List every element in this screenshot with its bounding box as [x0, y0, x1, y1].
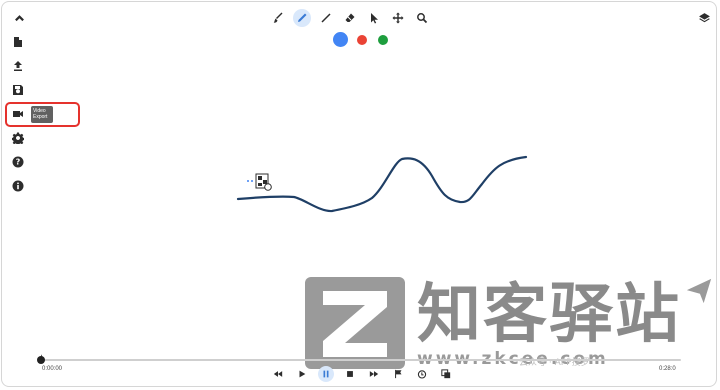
play-icon: [299, 370, 306, 378]
play-button[interactable]: [294, 366, 310, 382]
flag-icon: [395, 369, 402, 379]
copy-button[interactable]: [438, 366, 454, 382]
pause-button[interactable]: [318, 366, 334, 382]
pause-icon: [323, 370, 329, 378]
flag-button[interactable]: [390, 366, 406, 382]
rewind-button[interactable]: [270, 366, 286, 382]
fast-forward-button[interactable]: [366, 366, 382, 382]
copy-icon: [441, 369, 451, 379]
rewind-icon: [273, 371, 283, 377]
end-time: 0:28:0: [659, 366, 676, 372]
timer-icon: [417, 370, 427, 379]
stop-button[interactable]: [342, 366, 358, 382]
timer-button[interactable]: [414, 366, 430, 382]
stop-icon: [347, 371, 353, 377]
music-note-icon: ♪: [39, 352, 43, 361]
drawing-canvas[interactable]: [2, 2, 717, 387]
fast-forward-icon: [369, 371, 379, 377]
moving-cursor-icon: [247, 173, 272, 191]
timeline-track[interactable]: [41, 359, 681, 361]
drawn-stroke[interactable]: [236, 155, 528, 213]
current-time: 0:00:00: [42, 366, 63, 372]
app-frame: Video Export ? 知客驿站 www.zkcee.com 云众号 · …: [1, 1, 717, 387]
